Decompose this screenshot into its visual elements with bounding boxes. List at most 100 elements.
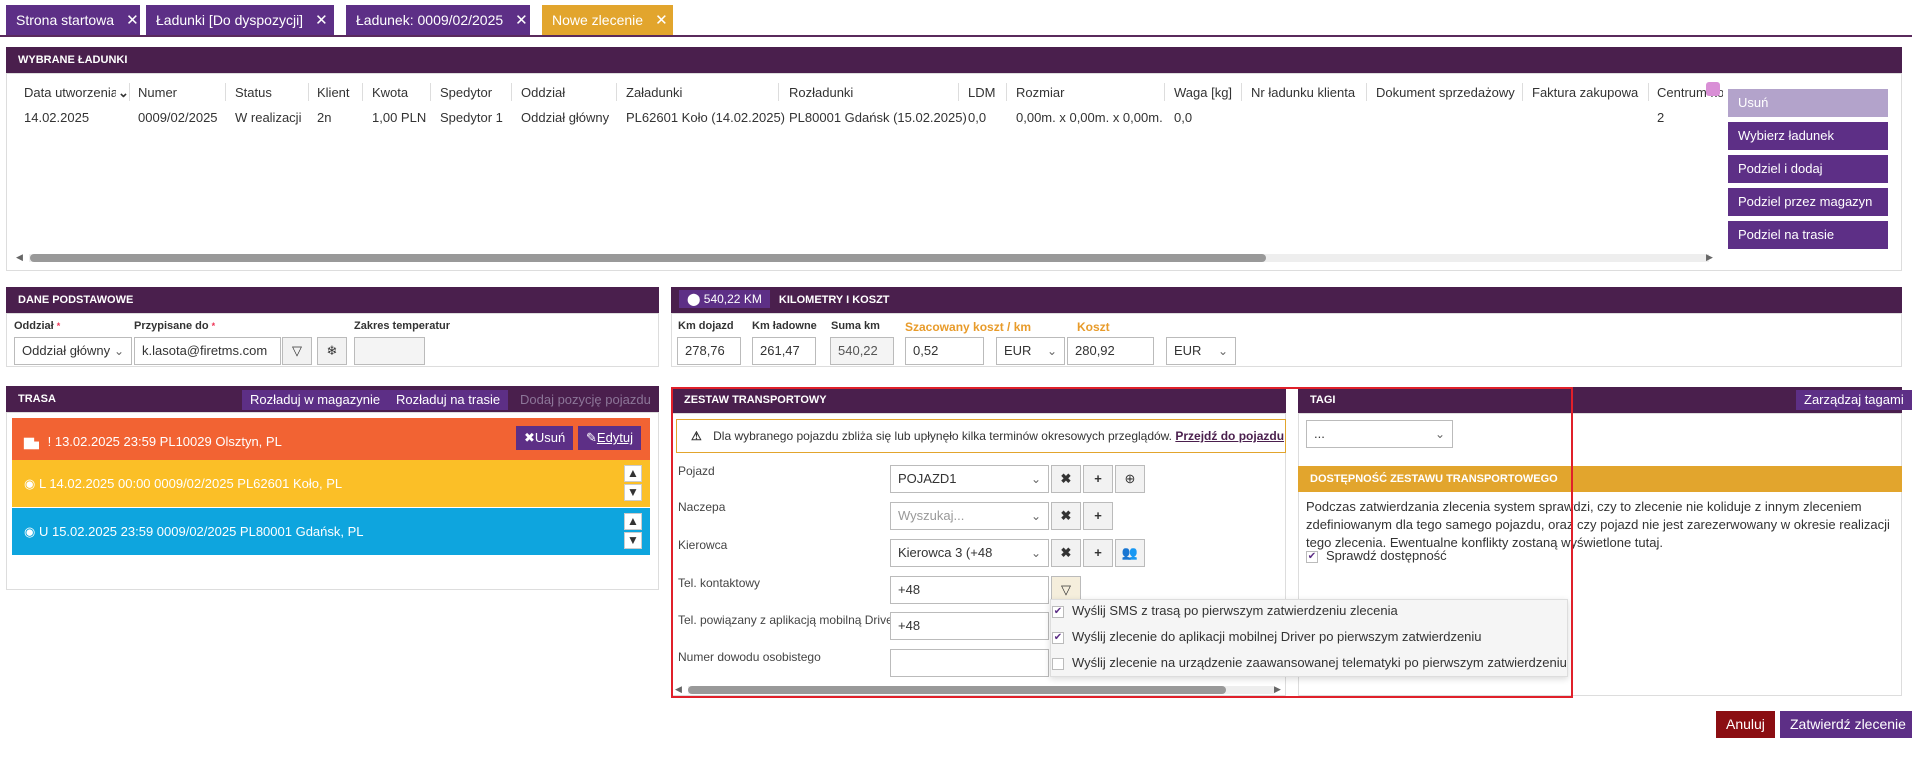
- app-phone-input[interactable]: +48: [890, 612, 1049, 640]
- select-load-button[interactable]: Wybierz ładunek: [1728, 122, 1888, 150]
- column-divider: [1241, 83, 1242, 101]
- unload-route-button[interactable]: Rozładuj na trasie: [388, 390, 509, 410]
- edit-icon: ✎: [586, 430, 597, 445]
- column-header[interactable]: Kwota: [372, 85, 408, 100]
- table-cell: 1,00 PLN: [372, 110, 427, 125]
- arrow-down-icon[interactable]: ▼: [624, 532, 642, 549]
- cost-input[interactable]: 280,92: [1067, 337, 1154, 365]
- users-icon[interactable]: 👥: [1115, 539, 1145, 567]
- split-warehouse-button[interactable]: Podziel przez magazyn: [1728, 188, 1888, 216]
- temperature-label: Zakres temperatur: [354, 320, 450, 332]
- temperature-input[interactable]: [354, 337, 425, 365]
- column-header[interactable]: Waga [kg]: [1174, 85, 1232, 100]
- column-header[interactable]: Klient: [317, 85, 350, 100]
- assigned-input[interactable]: k.lasota@firetms.com: [134, 337, 281, 365]
- column-divider: [1366, 83, 1367, 101]
- clear-icon[interactable]: ✖: [1051, 502, 1081, 530]
- zoom-in-icon[interactable]: ⊕: [1115, 465, 1145, 493]
- split-route-button[interactable]: Podziel na trasie: [1728, 221, 1888, 249]
- branch-select[interactable]: Oddział główny ⌄: [14, 337, 132, 365]
- arrow-down-icon[interactable]: ▼: [624, 484, 642, 501]
- column-header[interactable]: Numer: [138, 85, 177, 100]
- add-vehicle-position-button[interactable]: Dodaj pozycję pojazdu: [512, 390, 659, 410]
- option-send-telematics[interactable]: Wyślij zlecenie na urządzenie zaawansowa…: [1052, 650, 1567, 676]
- clear-icon[interactable]: ✖: [1051, 465, 1081, 493]
- id-number-input[interactable]: [890, 649, 1049, 677]
- settings-icon[interactable]: [1706, 82, 1720, 96]
- column-divider: [1522, 83, 1523, 101]
- edit-stop-button[interactable]: ✎Edytuj: [578, 426, 642, 450]
- arrow-up-icon[interactable]: ▲: [624, 513, 642, 530]
- vehicle-select[interactable]: POJAZD1 ⌄: [890, 465, 1049, 493]
- tab-new-order[interactable]: Nowe zlecenie ✕: [542, 5, 673, 35]
- column-divider: [225, 83, 226, 101]
- column-header[interactable]: Spedytor: [440, 85, 492, 100]
- check-availability-checkbox[interactable]: ✔ Sprawdź dostępność: [1306, 548, 1447, 563]
- cancel-button[interactable]: Anuluj: [1716, 711, 1775, 738]
- close-icon[interactable]: ✕: [655, 12, 668, 29]
- column-header[interactable]: Dokument sprzedażowy: [1376, 85, 1515, 100]
- checkbox[interactable]: [1052, 657, 1064, 670]
- manage-tags-button[interactable]: Zarządzaj tagami: [1796, 390, 1912, 410]
- filter-icon[interactable]: ▽: [282, 337, 312, 365]
- contact-phone-input[interactable]: +48: [890, 576, 1049, 604]
- delete-load-button[interactable]: Usuń: [1728, 89, 1888, 117]
- checkbox[interactable]: ✔: [1052, 605, 1064, 618]
- tab-loads-available[interactable]: Ładunki [Do dyspozycji] ✕: [146, 5, 334, 35]
- option-send-driver-app[interactable]: ✔ Wyślij zlecenie do aplikacji mobilnej D…: [1052, 624, 1482, 650]
- column-header[interactable]: Faktura zakupowa: [1532, 85, 1638, 100]
- column-header[interactable]: Załadunki: [626, 85, 682, 100]
- unload-warehouse-button[interactable]: Rozładuj w magazynie: [242, 390, 389, 410]
- app-phone-label: Tel. powiązany z aplikacją mobilną Drive…: [678, 613, 897, 627]
- column-header[interactable]: Rozmiar: [1016, 85, 1064, 100]
- tab-home[interactable]: Strona startowa ✕: [6, 5, 140, 35]
- plus-icon[interactable]: +: [1083, 502, 1113, 530]
- column-header[interactable]: Nr ładunku klienta: [1251, 85, 1355, 100]
- column-header-date[interactable]: Data utworzenia⌄: [24, 85, 129, 101]
- truck-icon: ▆▖: [24, 434, 44, 449]
- go-to-vehicle-link[interactable]: Przejdź do pojazdu: [1175, 429, 1284, 443]
- driver-select[interactable]: Kierowca 3 (+48 ⌄: [890, 539, 1049, 567]
- close-icon[interactable]: ✕: [315, 12, 328, 29]
- column-divider: [1164, 83, 1165, 101]
- close-icon[interactable]: ✕: [515, 12, 528, 29]
- close-icon[interactable]: ✕: [126, 12, 139, 29]
- column-header[interactable]: Oddział: [521, 85, 565, 100]
- split-add-button[interactable]: Podziel i dodaj: [1728, 155, 1888, 183]
- column-header[interactable]: Status: [235, 85, 272, 100]
- chevron-down-icon: ⌄: [1434, 427, 1445, 441]
- scroll-thumb[interactable]: [688, 686, 1226, 694]
- clear-icon[interactable]: ✖: [1051, 539, 1081, 567]
- confirm-order-button[interactable]: Zatwierdź zlecenie: [1780, 711, 1912, 738]
- plus-icon[interactable]: +: [1083, 539, 1113, 567]
- column-header[interactable]: LDM: [968, 85, 995, 100]
- table-cell: 14.02.2025: [24, 110, 90, 125]
- arrow-up-icon[interactable]: ▲: [624, 465, 642, 482]
- checkbox[interactable]: ✔: [1052, 631, 1064, 644]
- cost-currency-select[interactable]: EUR ⌄: [1166, 337, 1236, 365]
- chevron-down-icon: ⌄: [1030, 472, 1041, 486]
- tab-load-detail[interactable]: Ładunek: 0009/02/2025 ✕: [346, 5, 530, 35]
- km-loaded-input[interactable]: 261,47: [752, 337, 816, 365]
- est-currency-select[interactable]: EUR ⌄: [996, 337, 1065, 365]
- trailer-select[interactable]: Wyszukaj... ⌄: [890, 502, 1049, 530]
- est-cost-input[interactable]: 0,52: [905, 337, 984, 365]
- scroll-right-arrow[interactable]: ▶: [1706, 252, 1713, 263]
- plus-icon[interactable]: +: [1083, 465, 1113, 493]
- km-approach-input[interactable]: 278,76: [677, 337, 741, 365]
- arrow-circle-down-icon: ◉: [24, 524, 36, 539]
- scroll-right-arrow[interactable]: ▶: [1274, 684, 1281, 695]
- scroll-thumb[interactable]: [30, 254, 1266, 262]
- checkbox[interactable]: ✔: [1306, 550, 1318, 563]
- scroll-left-arrow[interactable]: ◀: [675, 684, 682, 695]
- route-stop-loading[interactable]: ◉ L 14.02.2025 00:00 0009/02/2025 PL6260…: [12, 460, 650, 507]
- delete-stop-button[interactable]: ✖Usuń: [516, 426, 574, 450]
- option-send-sms[interactable]: ✔ Wyślij SMS z trasą po pierwszym zatwier…: [1052, 598, 1398, 624]
- column-header[interactable]: Rozładunki: [789, 85, 853, 100]
- snowflake-icon[interactable]: ❄: [317, 337, 347, 365]
- tags-select[interactable]: ... ⌄: [1306, 420, 1453, 448]
- contact-phone-label: Tel. kontaktowy: [678, 576, 761, 590]
- scroll-left-arrow[interactable]: ◀: [16, 252, 23, 263]
- route-stop-unloading[interactable]: ◉ U 15.02.2025 23:59 0009/02/2025 PL8000…: [12, 508, 650, 555]
- loads-panel: [6, 73, 1902, 271]
